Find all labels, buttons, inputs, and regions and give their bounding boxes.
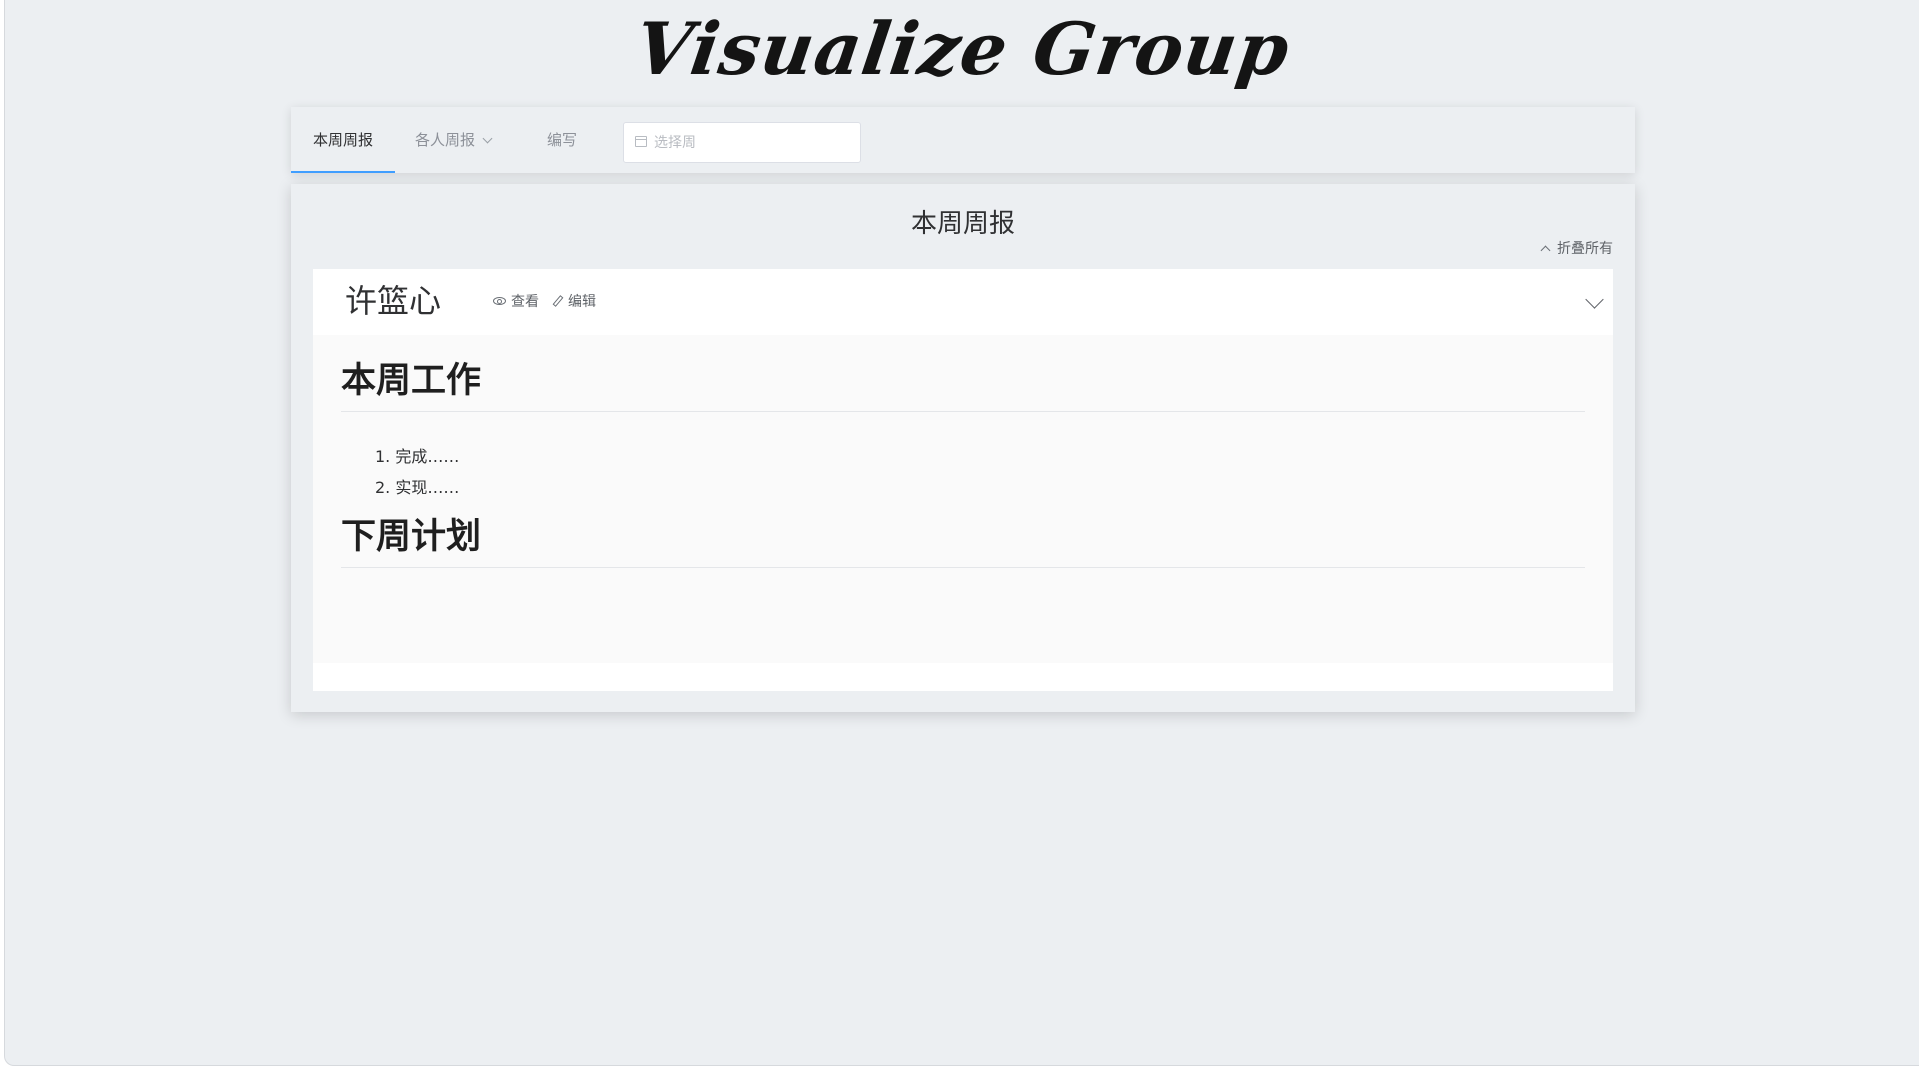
edit-button[interactable]: 编辑 [552,292,596,312]
view-button[interactable]: 查看 [493,292,539,312]
week-picker-input[interactable] [654,123,854,162]
weekly-report-card: 本周周报 折叠所有 许篮心 查看 编辑 本周工作 1. 完成…… 2. 实现…… [291,184,1635,712]
tab-label: 编写 [547,131,578,149]
tab-personal-reports[interactable]: 各人周报 [415,107,493,173]
logo: Visualize Group [5,4,1919,94]
section-heading-next-week: 下周计划 [341,513,1585,568]
list-item-text: 实现…… [395,478,460,497]
app-frame: Visualize Group 本周周报 各人周报 编写 本周周报 折叠所有 许… [4,0,1919,1066]
tab-label: 各人周报 [415,131,476,149]
tab-write[interactable]: 编写 [547,107,577,173]
edit-pen-icon [552,295,564,307]
calendar-icon [635,136,647,147]
page-title: 本周周报 [910,209,1015,239]
chevron-down-icon [482,133,493,144]
logo-text: Visualize Group [630,6,1296,91]
report-content: 本周工作 1. 完成…… 2. 实现…… 下周计划 [313,335,1613,663]
eye-icon [493,297,506,305]
list-item-number: 2. [375,478,396,497]
top-nav: 本周周报 各人周报 编写 [291,107,1635,173]
list-item: 2. 实现…… [375,472,459,503]
week-picker[interactable] [623,122,861,163]
collapse-all-label: 折叠所有 [1557,241,1613,257]
tab-this-week-report[interactable]: 本周周报 [291,107,395,173]
section-heading-this-week: 本周工作 [341,357,1585,412]
this-week-work-list: 1. 完成…… 2. 实现…… [375,441,459,503]
person-report-panel: 许篮心 查看 编辑 本周工作 1. 完成…… 2. 实现…… 下周计划 [313,269,1613,691]
collapse-all-button[interactable]: 折叠所有 [1540,239,1613,259]
view-label: 查看 [511,294,539,310]
chevron-up-icon [1540,245,1551,256]
list-item-text: 完成…… [395,447,460,466]
edit-label: 编辑 [568,294,596,310]
tab-label: 本周周报 [312,131,373,149]
list-item-number: 1. [375,447,396,466]
collapse-toggle-chevron-down-icon[interactable] [1585,290,1604,309]
person-name: 许篮心 [345,282,442,320]
list-item: 1. 完成…… [375,441,459,472]
person-report-header[interactable]: 许篮心 查看 编辑 [313,269,1613,335]
